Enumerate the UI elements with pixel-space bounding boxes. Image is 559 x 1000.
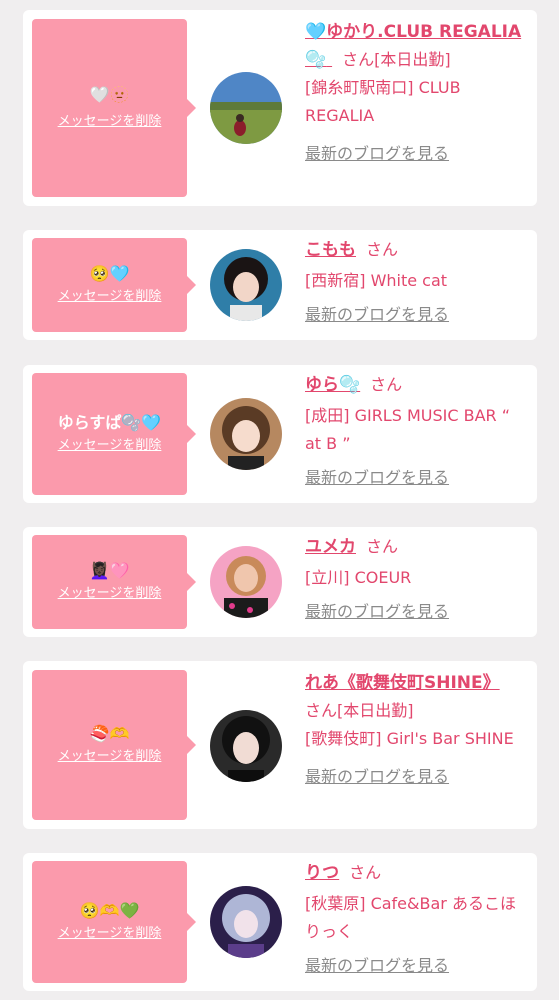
latest-blog-link[interactable]: 最新のブログを見る — [305, 464, 449, 492]
delete-message-link[interactable]: メッセージを削除 — [58, 287, 162, 307]
avatar[interactable] — [210, 249, 282, 321]
shop-name: [秋葉原] Cafe&Bar あるこほりっく — [305, 894, 516, 941]
avatar[interactable] — [210, 710, 282, 782]
avatar[interactable] — [210, 886, 282, 958]
shop-name: [立川] COEUR — [305, 568, 412, 587]
user-info: 🩵ゆかり.CLUB REGALIA 🫧 さん[本日出勤] [錦糸町駅南口] CLU… — [305, 18, 531, 168]
delete-message-link[interactable]: メッセージを削除 — [58, 436, 162, 456]
message-text: 🥺🫶💚 — [79, 901, 140, 920]
user-info: ゆら🫧 さん [成田] GIRLS MUSIC BAR “ at B ” 最新のブ… — [305, 371, 531, 492]
honorific: さん — [342, 50, 375, 69]
shop-name: [錦糸町駅南口] CLUB REGALIA — [305, 78, 461, 125]
bubbles-icon: 🫧 — [339, 375, 361, 395]
user-name: こもも — [305, 240, 356, 260]
user-name: ゆら — [305, 375, 339, 395]
user-info: れあ《歌舞伎町SHINE》 さん[本日出勤] [歌舞伎町] Girl's Bar… — [305, 669, 531, 791]
message-bubble: ゆらすぱ🫧🩵 メッセージを削除 — [32, 373, 196, 495]
honorific: さん — [305, 701, 338, 720]
avatar[interactable] — [210, 546, 282, 618]
avatar-photo — [210, 72, 282, 144]
user-info: こもも さん [西新宿] White cat 最新のブログを見る — [305, 236, 531, 329]
avatar-photo — [210, 710, 282, 782]
status-badge: [本日出勤] — [337, 701, 414, 720]
user-name: ユメカ — [305, 537, 356, 557]
honorific: さん — [366, 240, 399, 259]
message-bubble: 🤍🫥 メッセージを削除 — [32, 19, 196, 197]
message-text: 🤍🫥 — [89, 85, 130, 104]
latest-blog-link[interactable]: 最新のブログを見る — [305, 952, 449, 980]
delete-message-link[interactable]: メッセージを削除 — [58, 584, 162, 604]
list-item: 🤍🫥 メッセージを削除 🩵ゆかり.CLUB REGALIA 🫧 さん[本日出勤] … — [23, 10, 537, 206]
delete-message-link[interactable]: メッセージを削除 — [58, 112, 162, 132]
user-name-link[interactable]: りつ — [305, 863, 339, 883]
honorific: さん — [370, 375, 403, 394]
message-text: ゆらすぱ🫧🩵 — [57, 413, 162, 432]
honorific: さん — [366, 537, 399, 556]
latest-blog-link[interactable]: 最新のブログを見る — [305, 763, 449, 791]
message-text: 🥺🩵 — [89, 264, 130, 283]
user-name: れあ《歌舞伎町SHINE》 — [305, 673, 500, 693]
user-name-link[interactable]: ユメカ — [305, 537, 356, 557]
light-blue-heart-icon: 🩵 — [305, 22, 327, 42]
list-item: 🥺🫶💚 メッセージを削除 りつ さん [秋葉原] Cafe&Bar あるこほりっく… — [23, 853, 537, 991]
latest-blog-link[interactable]: 最新のブログを見る — [305, 301, 449, 329]
user-name-link[interactable]: こもも — [305, 240, 356, 260]
list-item: 💆🏿‍♀️🩷 メッセージを削除 ユメカ さん [立川] COEUR 最新のブログを… — [23, 527, 537, 637]
avatar-photo — [210, 886, 282, 958]
avatar-photo — [210, 398, 282, 470]
list-item: ゆらすぱ🫧🩵 メッセージを削除 ゆら🫧 さん [成田] GIRLS MUSIC B… — [23, 365, 537, 503]
message-text: 🍣🫶 — [89, 724, 130, 743]
delete-message-link[interactable]: メッセージを削除 — [58, 924, 162, 944]
message-bubble: 🍣🫶 メッセージを削除 — [32, 670, 196, 820]
user-name: ゆかり.CLUB REGALIA — [326, 22, 522, 42]
avatar[interactable] — [210, 398, 282, 470]
latest-blog-link[interactable]: 最新のブログを見る — [305, 598, 449, 626]
bubbles-icon: 🫧 — [305, 50, 327, 70]
latest-blog-link[interactable]: 最新のブログを見る — [305, 140, 449, 168]
user-name-link[interactable]: れあ《歌舞伎町SHINE》 — [305, 673, 500, 693]
shop-name: [西新宿] White cat — [305, 271, 448, 290]
delete-message-link[interactable]: メッセージを削除 — [58, 747, 162, 767]
avatar-photo — [210, 546, 282, 618]
user-name-link[interactable]: ゆら🫧 — [305, 375, 360, 395]
user-info: りつ さん [秋葉原] Cafe&Bar あるこほりっく 最新のブログを見る — [305, 859, 531, 980]
shop-name: [成田] GIRLS MUSIC BAR “ at B ” — [305, 406, 511, 453]
list-item: 🍣🫶 メッセージを削除 れあ《歌舞伎町SHINE》 さん[本日出勤] [歌舞伎町… — [23, 661, 537, 829]
shop-name: [歌舞伎町] Girl's Bar SHINE — [305, 729, 514, 748]
message-bubble: 💆🏿‍♀️🩷 メッセージを削除 — [32, 535, 196, 629]
list-item: 🥺🩵 メッセージを削除 こもも さん [西新宿] White cat 最新のブログ… — [23, 230, 537, 340]
message-bubble: 🥺🩵 メッセージを削除 — [32, 238, 196, 332]
user-info: ユメカ さん [立川] COEUR 最新のブログを見る — [305, 533, 531, 626]
message-bubble: 🥺🫶💚 メッセージを削除 — [32, 861, 196, 983]
avatar-photo — [210, 249, 282, 321]
avatar[interactable] — [210, 72, 282, 144]
status-badge: [本日出勤] — [374, 50, 451, 69]
user-name: りつ — [305, 863, 340, 883]
honorific: さん — [349, 863, 382, 882]
message-text: 💆🏿‍♀️🩷 — [89, 561, 130, 580]
